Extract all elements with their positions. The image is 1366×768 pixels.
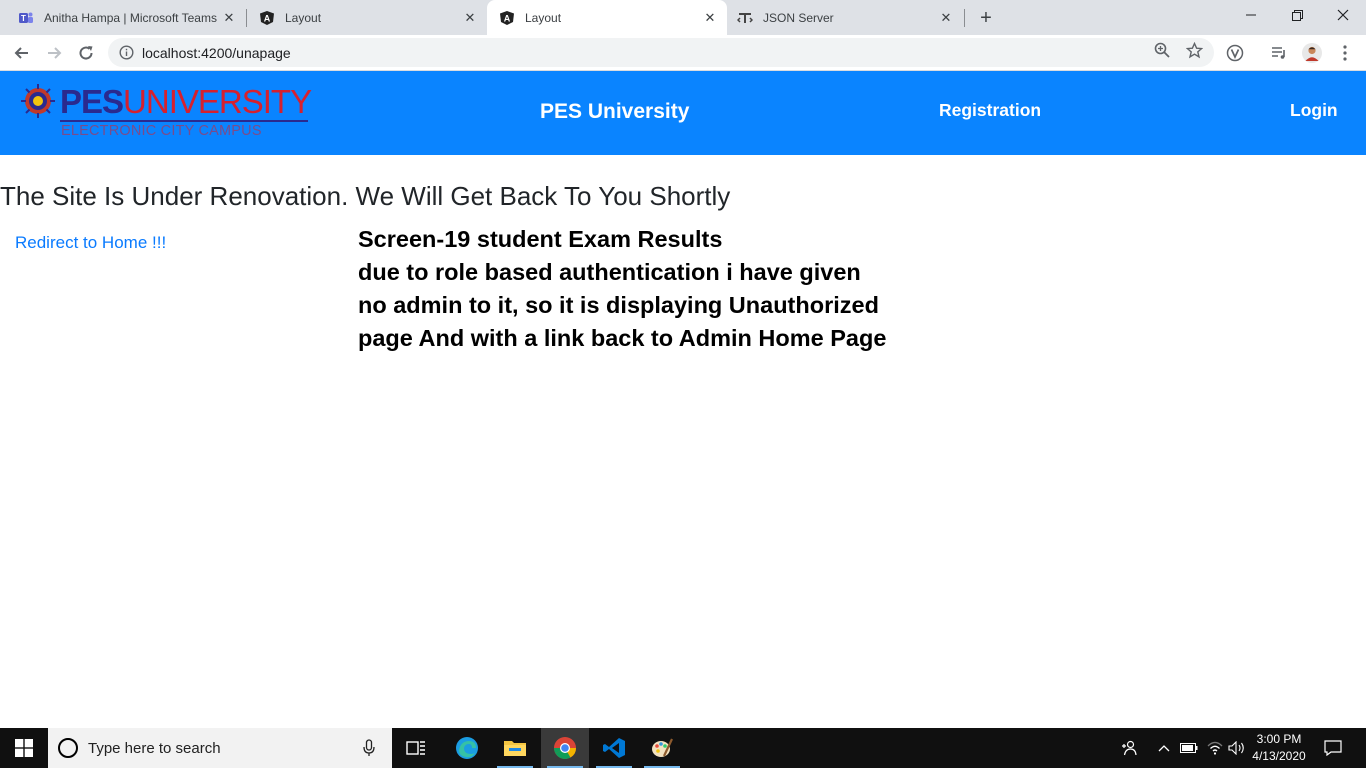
address-bar[interactable]: localhost:4200/unapage: [108, 38, 1214, 67]
close-icon[interactable]: ✕: [937, 9, 955, 27]
minimize-icon: [1246, 14, 1256, 16]
windows-logo-icon: [15, 739, 33, 757]
bookmark-star-icon[interactable]: [1185, 41, 1203, 59]
browser-tab-strip: T Anitha Hampa | Microsoft Teams ✕ A Lay…: [0, 0, 1366, 35]
search-placeholder: Type here to search: [88, 739, 221, 757]
url-text: localhost:4200/unapage: [142, 44, 291, 61]
start-button[interactable]: [0, 728, 48, 768]
back-arrow-icon: [14, 47, 28, 59]
svg-text:T: T: [21, 14, 26, 23]
chrome-menu-icon[interactable]: [1334, 42, 1356, 64]
tab-layout-active[interactable]: A Layout ✕: [487, 0, 727, 35]
nav-registration-link[interactable]: Registration: [939, 100, 1041, 121]
tab-title: Layout: [285, 10, 322, 25]
wifi-icon[interactable]: [1205, 738, 1225, 758]
system-clock[interactable]: 3:00 PM 4/13/2020: [1248, 731, 1310, 765]
close-icon[interactable]: ✕: [461, 9, 479, 27]
tab-separator: [964, 9, 965, 27]
vpn-extension-icon[interactable]: [1224, 42, 1246, 64]
tab-microsoft-teams[interactable]: T Anitha Hampa | Microsoft Teams ✕: [0, 0, 246, 35]
site-header: PESUNIVERSITY ELECTRONIC CITY CAMPUS PES…: [0, 71, 1366, 155]
nav-login-link[interactable]: Login: [1290, 100, 1338, 121]
battery-icon[interactable]: [1179, 738, 1199, 758]
angular-icon: A: [499, 10, 515, 26]
json-server-icon: [737, 10, 753, 26]
cortana-search-icon: [58, 738, 78, 758]
logo-pes-text: PES: [60, 83, 124, 120]
new-tab-button[interactable]: +: [974, 6, 998, 30]
logo-university-text: UNIVERSITY: [123, 83, 312, 120]
annotation-line: Screen-19 student Exam Results: [358, 226, 723, 252]
profile-avatar[interactable]: [1301, 42, 1323, 64]
close-icon[interactable]: ✕: [220, 9, 238, 27]
logo-subtitle: ELECTRONIC CITY CAMPUS: [61, 123, 262, 139]
annotation-line: no admin to it, so it is displaying Unau…: [358, 292, 879, 318]
teams-icon: T: [18, 10, 34, 26]
notification-center-icon[interactable]: [1322, 737, 1344, 759]
close-icon: [1337, 9, 1349, 21]
zoom-icon[interactable]: [1153, 41, 1171, 59]
renovation-message: The Site Is Under Renovation. We Will Ge…: [0, 181, 731, 211]
edge-icon[interactable]: [443, 728, 491, 768]
tab-json-server[interactable]: JSON Server ✕: [727, 0, 963, 35]
site-title[interactable]: PES University: [540, 100, 689, 124]
tab-title: Anitha Hampa | Microsoft Teams: [44, 10, 217, 25]
forward-button[interactable]: [40, 39, 68, 67]
pes-emblem-icon: [21, 84, 55, 118]
vscode-icon[interactable]: [590, 728, 638, 768]
volume-icon[interactable]: [1227, 738, 1247, 758]
forward-arrow-icon: [48, 47, 62, 59]
annotation-text: Screen-19 student Exam Results due to ro…: [358, 223, 918, 355]
task-view-icon[interactable]: [392, 728, 440, 768]
reload-icon: [79, 46, 93, 60]
clock-date: 4/13/2020: [1252, 749, 1306, 763]
pes-university-logo[interactable]: PESUNIVERSITY ELECTRONIC CITY CAMPUS: [20, 83, 312, 143]
back-button[interactable]: [8, 39, 36, 67]
reload-button[interactable]: [72, 39, 100, 67]
windows-taskbar: Type here to search 3:00 PM 4/13/2020: [0, 728, 1366, 768]
taskbar-search-box[interactable]: Type here to search: [48, 728, 392, 768]
browser-toolbar: localhost:4200/unapage: [0, 35, 1366, 71]
paint-icon[interactable]: [638, 728, 686, 768]
media-control-icon[interactable]: [1268, 42, 1290, 64]
minimize-button[interactable]: [1228, 0, 1274, 30]
microphone-icon[interactable]: [362, 739, 376, 757]
clock-time: 3:00 PM: [1256, 732, 1302, 746]
tab-title: JSON Server: [763, 10, 834, 25]
chrome-icon[interactable]: [541, 728, 589, 768]
tab-title: Layout: [525, 10, 562, 25]
chevron-up-icon[interactable]: [1154, 738, 1174, 758]
redirect-home-link[interactable]: Redirect to Home !!!: [15, 233, 166, 253]
restore-icon: [1291, 9, 1303, 21]
annotation-line: page And with a link back to Admin Home …: [358, 325, 887, 351]
close-icon[interactable]: ✕: [701, 9, 719, 27]
svg-text:A: A: [264, 13, 271, 23]
tab-layout-1[interactable]: A Layout ✕: [241, 0, 487, 35]
angular-icon: A: [259, 10, 275, 26]
logo-divider: [60, 120, 308, 122]
logo-wordmark: PESUNIVERSITY: [60, 83, 312, 121]
annotation-line: due to role based authentication i have …: [358, 259, 861, 285]
file-explorer-icon[interactable]: [491, 728, 539, 768]
people-icon[interactable]: [1119, 738, 1139, 758]
svg-text:A: A: [504, 13, 511, 23]
close-window-button[interactable]: [1320, 0, 1366, 30]
info-icon[interactable]: [118, 45, 134, 61]
restore-button[interactable]: [1274, 0, 1320, 30]
